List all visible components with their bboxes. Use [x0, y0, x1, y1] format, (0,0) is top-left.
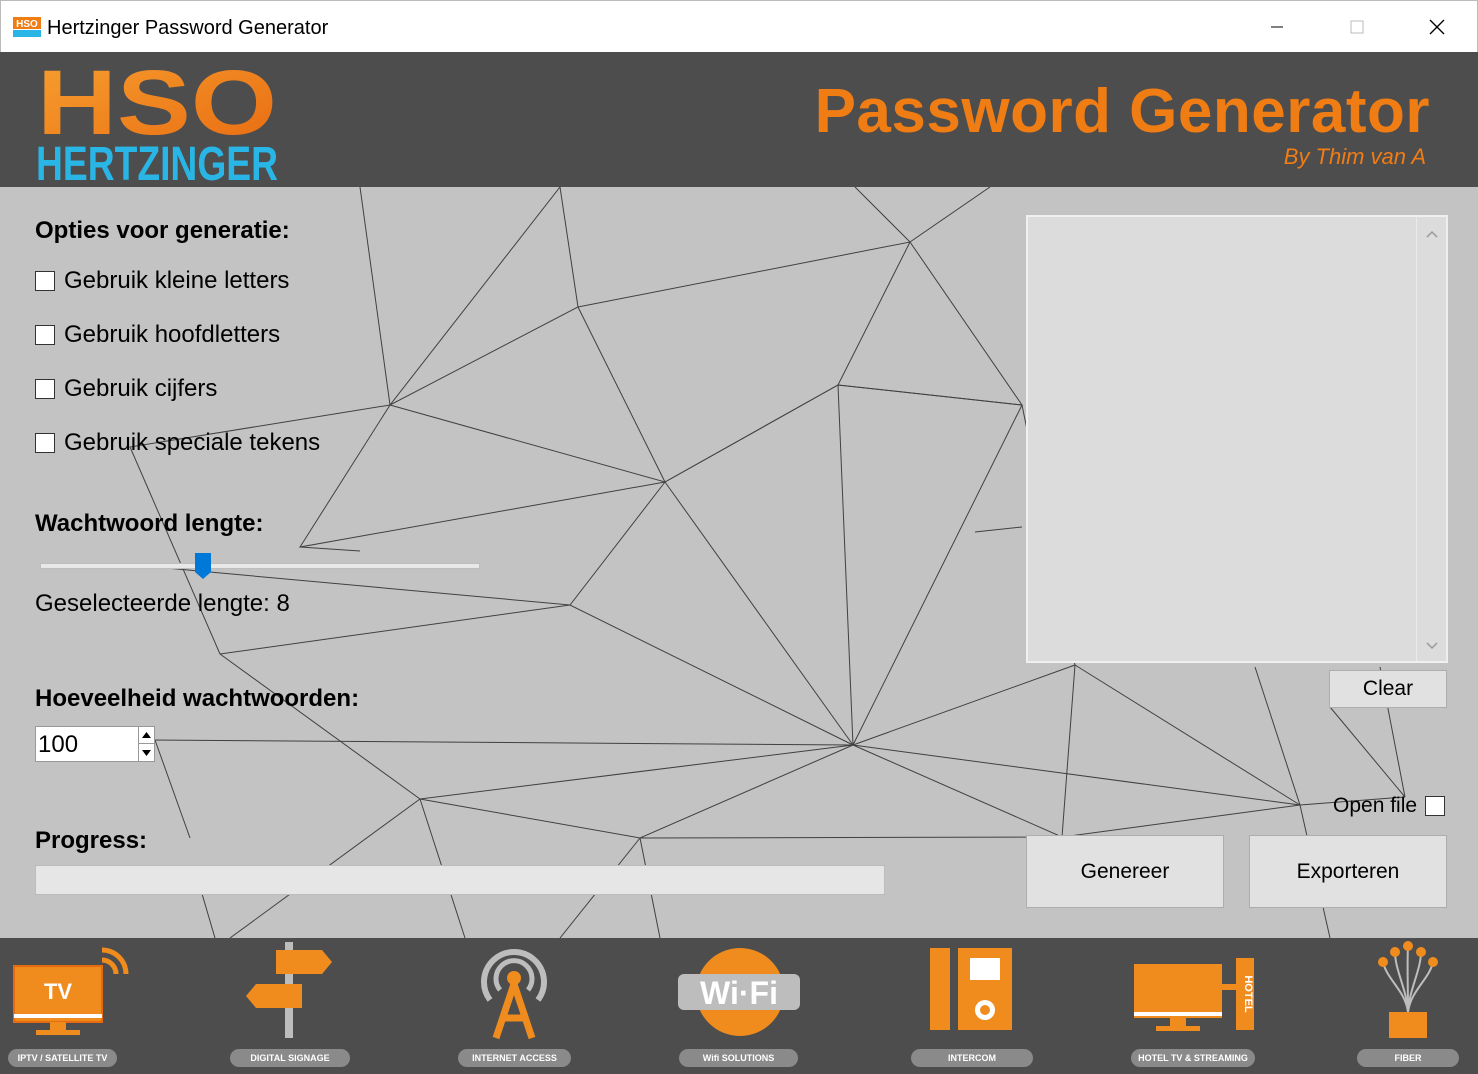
triangle-down-icon [142, 749, 151, 756]
service-wifi: Wi·Fi Wifi SOLUTIONS [676, 938, 801, 1074]
quantity-heading: Hoeveelheid wachtwoorden: [35, 685, 360, 712]
hotel-badge: HOTEL [1242, 975, 1254, 1013]
main-panel: Opties voor generatie: Gebruik kleine le… [0, 187, 1478, 938]
minimize-button[interactable] [1237, 1, 1317, 53]
length-slider[interactable] [40, 551, 480, 591]
checkbox-box[interactable] [35, 379, 55, 399]
title-bar: HSO Hertzinger Password Generator [0, 0, 1478, 52]
checkbox-box[interactable] [35, 271, 55, 291]
app-header: HSO HERTZINGER Password Generator By Thi… [0, 52, 1478, 187]
slider-thumb[interactable] [195, 553, 211, 579]
scroll-up-icon[interactable] [1425, 227, 1439, 241]
window-title: Hertzinger Password Generator [47, 17, 329, 39]
checkbox-label: Gebruik kleine letters [64, 267, 290, 294]
wifi-icon: Wi·Fi [678, 948, 800, 1036]
stepper-up-button[interactable] [139, 727, 154, 744]
tv-icon: TV [13, 947, 129, 1035]
service-hotel-tv: HOTEL HOTEL TV & STREAMING [1128, 938, 1258, 1074]
svg-text:HSO: HSO [16, 19, 38, 30]
wifi-badge: Wi·Fi [700, 975, 778, 1011]
checkbox-label: Gebruik hoofdletters [64, 321, 281, 348]
triangle-up-icon [142, 732, 151, 738]
close-button[interactable] [1397, 1, 1477, 53]
checkbox-special[interactable]: Gebruik speciale tekens [35, 428, 320, 458]
length-heading: Wachtwoord lengte: [35, 510, 264, 537]
checkbox-digits[interactable]: Gebruik cijfers [35, 374, 217, 404]
maximize-button[interactable] [1317, 1, 1397, 53]
logo-bottom-text: HERTZINGER [36, 138, 278, 184]
checkbox-box[interactable] [35, 325, 55, 345]
open-file-checkbox[interactable] [1425, 796, 1446, 816]
app-title: Password Generator [814, 77, 1430, 146]
checkbox-label: Gebruik cijfers [64, 375, 218, 402]
export-button[interactable]: Exporteren [1249, 835, 1447, 908]
author-line: By Thim van A [1283, 144, 1426, 169]
password-output-textarea[interactable] [1026, 215, 1448, 663]
hso-logo-icon: HSO [13, 17, 41, 37]
signpost-icon [246, 942, 332, 1038]
service-intercom: INTERCOM [908, 938, 1036, 1074]
maximize-icon [1350, 20, 1364, 34]
selected-length-text: Geselecteerde lengte: 8 [35, 590, 290, 617]
service-label: Wifi SOLUTIONS [679, 1049, 798, 1067]
stepper-down-button[interactable] [139, 744, 154, 761]
output-scrollbar[interactable] [1416, 217, 1446, 661]
quantity-stepper[interactable]: 100 [35, 726, 155, 762]
checkbox-label: Gebruik speciale tekens [64, 429, 321, 456]
checkbox-lowercase[interactable]: Gebruik kleine letters [35, 266, 289, 296]
service-internet-access: INTERNET ACCESS [458, 938, 573, 1074]
clear-button[interactable]: Clear [1329, 670, 1447, 708]
tv-badge: TV [44, 979, 72, 1004]
antenna-tower-icon [481, 949, 547, 1040]
scroll-down-icon[interactable] [1425, 639, 1439, 653]
hotel-tv-icon: HOTEL [1134, 958, 1254, 1031]
progress-bar [35, 865, 885, 895]
intercom-icon [930, 948, 1012, 1030]
stepper-buttons [138, 727, 154, 761]
slider-track[interactable] [40, 563, 480, 569]
service-label: HOTEL TV & STREAMING [1131, 1049, 1255, 1067]
service-digital-signage: DIGITAL SIGNAGE [228, 938, 353, 1074]
service-label: DIGITAL SIGNAGE [230, 1049, 350, 1067]
services-footer: TV IPTV / SATELLITE TV DIGITAL SIGNAGE I… [0, 938, 1478, 1074]
service-iptv: TV IPTV / SATELLITE TV [0, 938, 140, 1074]
close-icon [1429, 19, 1445, 35]
options-heading: Opties voor generatie: [35, 217, 290, 244]
service-label: INTERCOM [911, 1049, 1033, 1067]
hertzinger-logo: HSO HERTZINGER [36, 58, 278, 184]
checkbox-uppercase[interactable]: Gebruik hoofdletters [35, 320, 280, 350]
open-file-option[interactable]: Open file [1333, 794, 1446, 818]
service-fiber: FIBER [1355, 938, 1461, 1074]
generate-button[interactable]: Genereer [1026, 835, 1224, 908]
service-label: FIBER [1357, 1049, 1459, 1067]
fiber-icon [1378, 941, 1438, 1038]
open-file-label: Open file [1333, 794, 1418, 817]
service-label: INTERNET ACCESS [458, 1049, 571, 1067]
progress-heading: Progress: [35, 827, 148, 854]
quantity-value[interactable]: 100 [38, 731, 78, 759]
checkbox-box[interactable] [35, 433, 55, 453]
minimize-icon [1271, 26, 1283, 28]
service-label: IPTV / SATELLITE TV [8, 1049, 117, 1067]
